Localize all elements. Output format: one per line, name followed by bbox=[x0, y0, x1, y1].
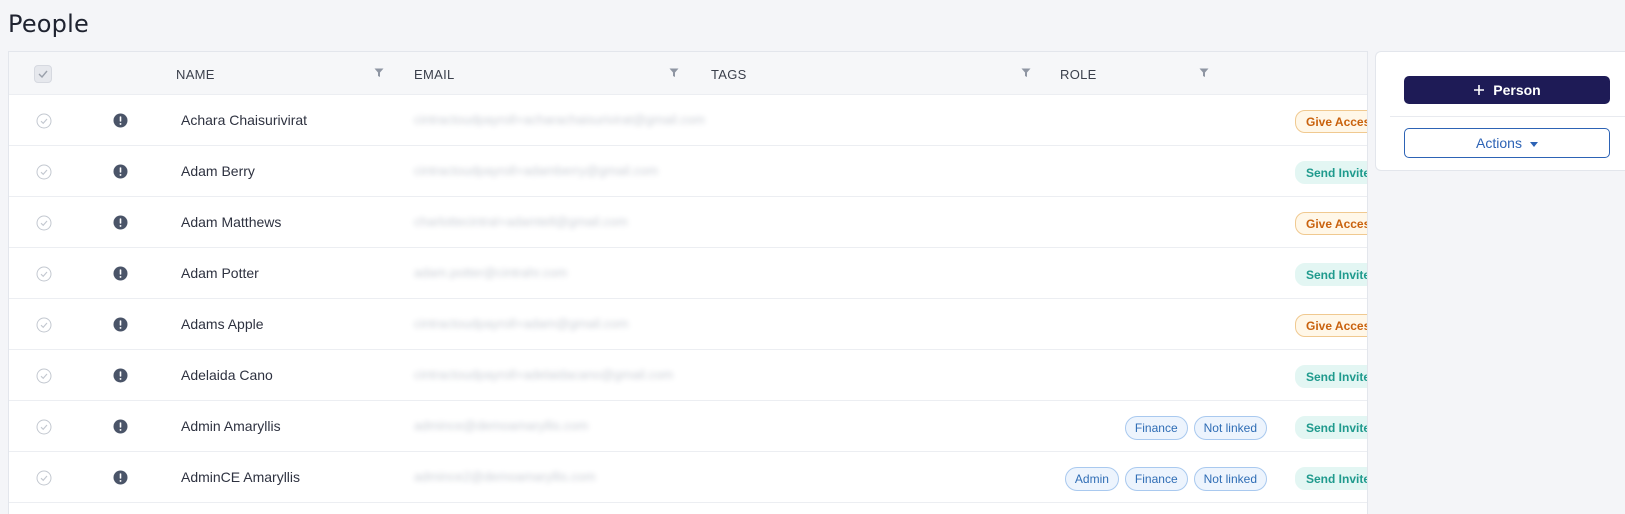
send-invite-button[interactable]: Send Invite bbox=[1295, 365, 1367, 388]
person-email: admince@demoamaryllis.com bbox=[414, 418, 589, 433]
column-header-role[interactable]: ROLE bbox=[1060, 67, 1097, 82]
person-email: cintractoudpayroll+adelaidacano@gmail.co… bbox=[414, 367, 674, 382]
table-row[interactable]: AdminCE Amaryllis admince2@demoamaryllis.… bbox=[9, 452, 1367, 503]
table-row[interactable]: Adam Berry cintractoudpayroll+adamberry@g… bbox=[9, 146, 1367, 197]
give-access-button[interactable]: Give Access bbox=[1295, 314, 1367, 337]
actions-button[interactable]: Actions bbox=[1404, 128, 1610, 158]
person-email: adam.potter@cintrahr.com bbox=[414, 265, 568, 280]
role-chip: Not linked bbox=[1193, 416, 1267, 440]
exclamation-circle-icon bbox=[113, 317, 128, 332]
side-panel: Person Actions bbox=[1375, 51, 1625, 171]
caret-down-icon bbox=[1529, 141, 1538, 147]
divider bbox=[1390, 116, 1625, 117]
table-row[interactable]: Adelaida Cano cintractoudpayroll+adelaida… bbox=[9, 350, 1367, 401]
circle-check-icon[interactable] bbox=[36, 215, 52, 231]
table-row[interactable]: Adam Potter adam.potter@cintrahr.com Send … bbox=[9, 248, 1367, 299]
role-chip: Admin bbox=[1064, 467, 1119, 491]
person-name[interactable]: Adelaida Cano bbox=[181, 367, 273, 383]
person-name[interactable]: Adam Berry bbox=[181, 163, 255, 179]
role-chips: Finance Not linked bbox=[1124, 416, 1267, 440]
plus-icon bbox=[1474, 85, 1485, 95]
give-access-button[interactable]: Give Access bbox=[1295, 212, 1367, 235]
page-title: People bbox=[8, 10, 89, 38]
person-name[interactable]: Adams Apple bbox=[181, 316, 264, 332]
filter-icon[interactable] bbox=[374, 68, 384, 78]
table-row[interactable]: Adam Matthews charlottecintral+adamtell@g… bbox=[9, 197, 1367, 248]
add-person-label: Person bbox=[1493, 82, 1541, 98]
exclamation-circle-icon bbox=[113, 470, 128, 485]
exclamation-circle-icon bbox=[113, 419, 128, 434]
role-chip: Finance bbox=[1124, 467, 1188, 491]
people-table: NAME EMAIL TAGS ROLE Achara Chaisurivira… bbox=[8, 51, 1368, 514]
person-email: cintractoudpayroll+adamberry@gmail.com bbox=[414, 163, 659, 178]
person-name[interactable]: AdminCE Amaryllis bbox=[181, 469, 300, 485]
filter-icon[interactable] bbox=[669, 68, 679, 78]
actions-label: Actions bbox=[1476, 135, 1522, 151]
circle-check-icon[interactable] bbox=[36, 317, 52, 333]
filter-icon[interactable] bbox=[1021, 68, 1031, 78]
exclamation-circle-icon bbox=[113, 164, 128, 179]
person-name[interactable]: Adam Potter bbox=[181, 265, 259, 281]
person-email: admince2@demoamaryllis.com bbox=[414, 469, 596, 484]
role-chips: Admin Finance Not linked bbox=[1064, 467, 1267, 491]
give-access-button[interactable]: Give Access bbox=[1295, 110, 1367, 133]
person-email: charlottecintral+adamtell@gmail.com bbox=[414, 214, 628, 229]
table-header: NAME EMAIL TAGS ROLE bbox=[9, 52, 1367, 95]
role-chip: Finance bbox=[1124, 416, 1188, 440]
table-row[interactable]: Achara Chaisurivirat cintractoudpayroll+a… bbox=[9, 95, 1367, 146]
circle-check-icon[interactable] bbox=[36, 470, 52, 486]
check-icon bbox=[38, 70, 48, 78]
person-name[interactable]: Admin Amaryllis bbox=[181, 418, 281, 434]
person-email: cintractoudpayroll+adam@gmail.com bbox=[414, 316, 629, 331]
add-person-button[interactable]: Person bbox=[1404, 76, 1610, 104]
role-chip: Not linked bbox=[1193, 467, 1267, 491]
send-invite-button[interactable]: Send Invite bbox=[1295, 416, 1367, 439]
exclamation-circle-icon bbox=[113, 215, 128, 230]
table-row[interactable]: Adams Apple cintractoudpayroll+adam@gmail… bbox=[9, 299, 1367, 350]
exclamation-circle-icon bbox=[113, 113, 128, 128]
table-row[interactable]: Admin Amaryllis admince@demoamaryllis.com… bbox=[9, 401, 1367, 452]
person-name[interactable]: Adam Matthews bbox=[181, 214, 281, 230]
circle-check-icon[interactable] bbox=[36, 266, 52, 282]
circle-check-icon[interactable] bbox=[36, 164, 52, 180]
column-header-tags[interactable]: TAGS bbox=[711, 67, 747, 82]
exclamation-circle-icon bbox=[113, 368, 128, 383]
select-all-checkbox[interactable] bbox=[34, 65, 52, 83]
circle-check-icon[interactable] bbox=[36, 113, 52, 129]
send-invite-button[interactable]: Send Invite bbox=[1295, 263, 1367, 286]
person-email: cintractoudpayroll+acharachaisurivirat@g… bbox=[414, 112, 706, 127]
column-header-email[interactable]: EMAIL bbox=[414, 67, 455, 82]
circle-check-icon[interactable] bbox=[36, 419, 52, 435]
send-invite-button[interactable]: Send Invite bbox=[1295, 467, 1367, 490]
circle-check-icon[interactable] bbox=[36, 368, 52, 384]
send-invite-button[interactable]: Send Invite bbox=[1295, 161, 1367, 184]
exclamation-circle-icon bbox=[113, 266, 128, 281]
filter-icon[interactable] bbox=[1199, 68, 1209, 78]
person-name[interactable]: Achara Chaisurivirat bbox=[181, 112, 307, 128]
column-header-name[interactable]: NAME bbox=[176, 67, 215, 82]
